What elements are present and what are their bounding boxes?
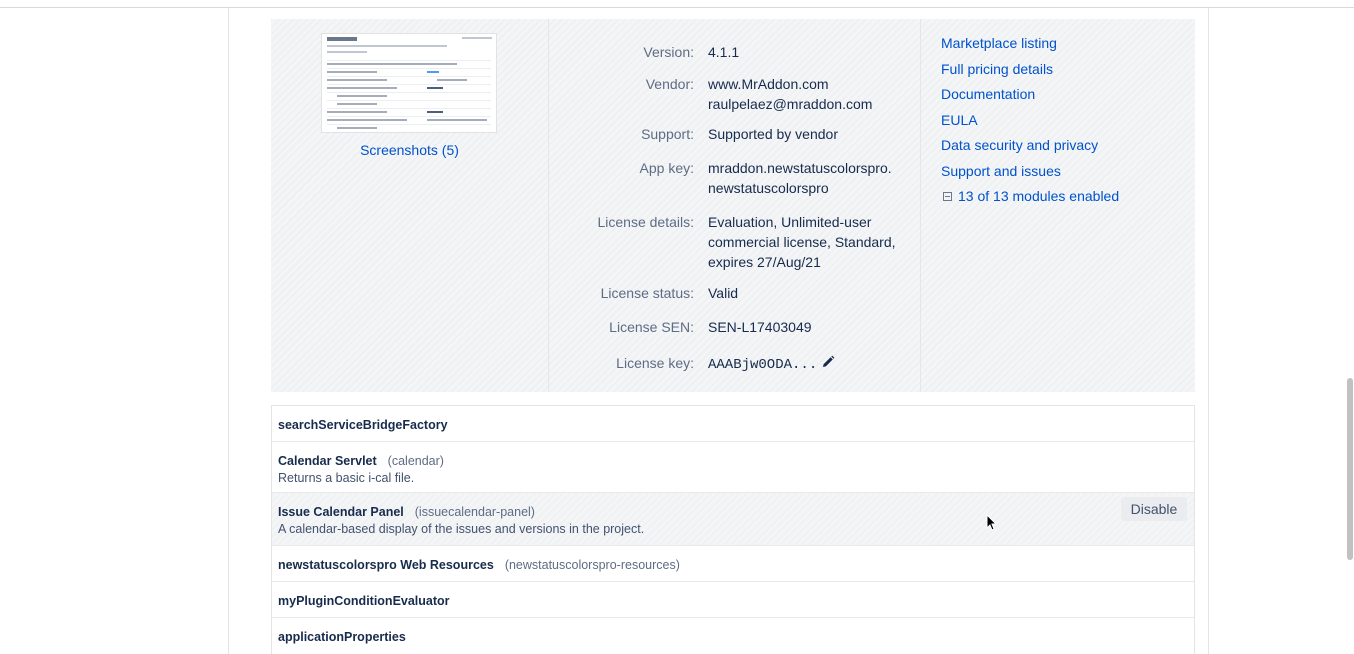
module-row[interactable]: Calendar Servlet (calendar) Returns a bas… [272,442,1194,493]
thumb-row [327,108,491,114]
screenshots-link[interactable]: Screenshots (5) [271,142,548,158]
detail-value: Valid [708,285,739,301]
thumb-filter [327,51,367,53]
app-links: Marketplace listing Full pricing details… [941,33,1191,206]
detail-label: Support: [641,126,694,142]
module-description: A calendar-based display of the issues a… [278,522,645,536]
module-name: searchServiceBridgeFactory [278,418,448,432]
thumb-row [327,92,491,98]
detail-label: License details: [597,214,694,230]
thumb-row [327,84,491,90]
module-row[interactable]: searchServiceBridgeFactory [272,406,1194,442]
module-name: Issue Calendar Panel [278,505,404,519]
detail-label: License key: [616,355,694,371]
detail-label: Vendor: [645,76,694,92]
column-divider [920,19,921,392]
module-name: applicationProperties [278,630,406,644]
module-key: (issuecalendar-panel) [414,505,535,519]
data-security-privacy-link[interactable]: Data security and privacy [941,135,1191,155]
thumb-actions [462,37,492,39]
thumb-row [327,76,491,82]
disable-button[interactable]: Disable [1121,497,1187,521]
eula-link[interactable]: EULA [941,110,1191,130]
module-name: newstatuscolorspro Web Resources [278,558,494,572]
module-row[interactable]: newstatuscolorspro Web Resources (newstat… [272,546,1194,582]
mouse-pointer-icon [986,513,998,534]
thumb-row [327,60,491,66]
license-key-value: AAABjw0ODA... [708,357,818,373]
detail-value: AAABjw0ODA... [708,353,908,375]
module-row[interactable]: myPluginConditionEvaluator [272,582,1194,618]
detail-value: Supported by vendor [708,126,838,142]
thumb-row [327,100,491,106]
marketplace-listing-link[interactable]: Marketplace listing [941,33,1191,53]
full-pricing-details-link[interactable]: Full pricing details [941,59,1191,79]
module-name: myPluginConditionEvaluator [278,594,450,608]
thumb-toolbar [327,45,447,47]
module-key: (calendar) [387,454,444,468]
detail-value: 4.1.1 [708,44,740,60]
detail-label: License SEN: [609,319,694,335]
detail-value: Evaluation, Unlimited-user commercial li… [708,214,896,270]
support-issues-link[interactable]: Support and issues [941,161,1191,181]
modules-list: searchServiceBridgeFactory Calendar Serv… [271,405,1195,654]
module-name: Calendar Servlet [278,454,377,468]
thumb-row [327,68,491,74]
documentation-link[interactable]: Documentation [941,84,1191,104]
detail-label: App key: [639,160,694,176]
detail-label: License status: [600,285,694,301]
app-details-panel: Screenshots (5) Version: 4.1.1 Vendor: w… [271,19,1195,392]
thumb-row [327,116,491,122]
detail-value: mraddon.newstatuscolorspro. newstatuscol… [708,160,892,196]
module-key: (newstatuscolorspro-resources) [504,558,680,572]
module-row[interactable]: Issue Calendar Panel (issuecalendar-panel… [272,493,1194,546]
scrollbar-thumb[interactable] [1347,378,1353,560]
module-row[interactable]: applicationProperties [272,618,1194,654]
detail-label: Version: [643,44,694,60]
detail-value: www.MrAddon.com raulpelaez@mraddon.com [708,76,873,112]
modules-toggle-label: 13 of 13 modules enabled [958,188,1120,204]
detail-value: SEN-L17403049 [708,319,812,335]
thumb-title-line [327,37,357,41]
screenshot-thumbnail[interactable] [321,33,497,133]
module-description: Returns a basic i-cal file. [278,471,415,485]
vertical-scrollbar[interactable] [1345,8,1354,654]
modules-toggle[interactable]: 13 of 13 modules enabled [941,186,1191,206]
thumb-row [327,124,491,130]
pencil-icon[interactable] [821,354,835,374]
app-page: Screenshots (5) Version: 4.1.1 Vendor: w… [0,0,1354,654]
collapse-minus-icon [943,191,952,201]
